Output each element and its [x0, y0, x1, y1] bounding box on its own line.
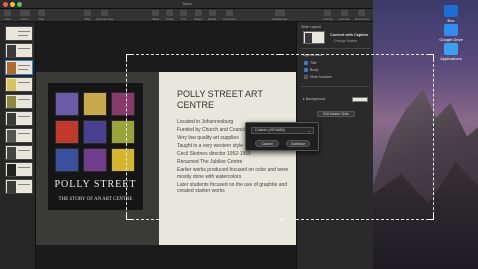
- toolbar-media-button[interactable]: Media: [208, 10, 216, 21]
- slide-thumbnail[interactable]: [5, 179, 33, 194]
- desktop-icon-box[interactable]: Box: [431, 5, 471, 23]
- toolbar-label: Keynote Live: [96, 17, 114, 21]
- animate-icon: [341, 10, 348, 16]
- desktop-icon-google-drive[interactable]: Google Drive: [431, 24, 471, 42]
- desktop-icon-label: Box: [447, 18, 455, 23]
- toolbar-collaborate-button[interactable]: Collaborate: [272, 10, 287, 21]
- resize-handle-bottom[interactable]: [279, 215, 283, 220]
- play-icon: [84, 10, 91, 16]
- resize-handle-bottom-left[interactable]: [126, 215, 131, 220]
- art-tile: [55, 92, 79, 116]
- toolbar-label: Zoom: [21, 17, 29, 21]
- toolbar-format-button[interactable]: Format: [323, 10, 333, 21]
- slide-thumbnail[interactable]: [5, 94, 33, 109]
- close-window-button[interactable]: [3, 2, 8, 7]
- art-tile: [55, 148, 79, 172]
- toolbar-label: Animate: [339, 17, 351, 21]
- color-select-value: Custom (#97a685): [255, 128, 285, 132]
- play-icon: [38, 10, 45, 16]
- toolbar-label: Chart: [166, 17, 174, 21]
- toolbar-animate-button[interactable]: Animate: [339, 10, 350, 21]
- slide-thumbnail[interactable]: [5, 111, 33, 126]
- slide-thumbnail-active[interactable]: [5, 60, 33, 75]
- keynote-live-icon: [101, 10, 109, 16]
- layout-thumbnail[interactable]: [303, 31, 325, 44]
- slide-thumbnail[interactable]: [5, 128, 33, 143]
- toolbar-chart-button[interactable]: Chart: [166, 10, 173, 21]
- chart-icon: [166, 10, 174, 16]
- color-select-dropdown[interactable]: Custom (#97a685) ⌄: [251, 127, 314, 134]
- slide-thumbnail[interactable]: [5, 145, 33, 160]
- toolbar-keynote-live-button[interactable]: Keynote Live: [96, 10, 113, 21]
- toolbar-label: Play: [84, 17, 91, 21]
- toolbar-label: Table: [152, 17, 160, 21]
- text-icon: [180, 10, 187, 16]
- google-drive-folder-icon: [444, 24, 458, 36]
- slide-thumbnail[interactable]: [5, 26, 33, 41]
- comment-icon: [226, 10, 233, 16]
- art-tile: [83, 148, 107, 172]
- toolbar: View Zoom Play Play Keynote Live Table C…: [0, 9, 373, 22]
- toolbar-label: Collaborate: [272, 17, 288, 21]
- collaborate-icon: [274, 10, 285, 16]
- toolbar-document-button[interactable]: Document: [355, 10, 369, 21]
- continue-button[interactable]: Continue: [286, 140, 310, 147]
- toolbar-label: Play: [38, 17, 45, 21]
- format-icon: [324, 10, 332, 16]
- resize-handle-top-right[interactable]: [429, 54, 434, 59]
- toolbar-label: Format: [323, 17, 333, 21]
- divider: [301, 48, 370, 49]
- art-tile: [83, 120, 107, 144]
- slide-navigator: [0, 22, 36, 269]
- toolbar-keynote-live-button[interactable]: Play: [84, 10, 91, 21]
- custom-color-dialog: Custom (#97a685) ⌄ Cancel Continue: [245, 122, 319, 151]
- shape-icon: [194, 10, 202, 16]
- toolbar-label: View: [4, 17, 11, 21]
- toolbar-label: Shape: [194, 17, 203, 21]
- resize-handle-bottom-right[interactable]: [429, 215, 434, 220]
- document-icon: [358, 10, 366, 16]
- toolbar-label: Text: [180, 17, 187, 21]
- table-icon: [152, 10, 160, 16]
- toolbar-text-button[interactable]: Text: [180, 10, 187, 21]
- toolbar-table-button[interactable]: Table: [152, 10, 159, 21]
- toolbar-zoom-button[interactable]: Zoom: [20, 10, 30, 21]
- toolbar-label: Document: [355, 17, 369, 21]
- minimize-window-button[interactable]: [10, 2, 15, 7]
- fullscreen-window-button[interactable]: [17, 2, 22, 7]
- chevron-down-icon: ⌄: [307, 128, 311, 133]
- slide-thumbnail[interactable]: [5, 162, 33, 177]
- layout-name: Content with Caption: [330, 33, 369, 37]
- slide-layout-label: Slide Layout: [301, 25, 321, 29]
- desktop-icon-label: Applications: [440, 56, 462, 61]
- toolbar-label: Media: [208, 17, 217, 21]
- change-master-button[interactable]: Change Master: [333, 39, 358, 43]
- title-bar: Sean: [0, 0, 373, 9]
- art-tile: [83, 92, 107, 116]
- toolbar-comment-button[interactable]: Comment: [223, 10, 236, 21]
- cancel-button[interactable]: Cancel: [255, 140, 279, 147]
- window-title: Sean: [182, 1, 192, 6]
- view-icon: [4, 10, 11, 16]
- desktop-icon-label: Google Drive: [439, 37, 463, 42]
- slide-thumbnail[interactable]: [5, 77, 33, 92]
- toolbar-view-button[interactable]: View: [4, 10, 11, 21]
- media-icon: [208, 10, 216, 16]
- toolbar-shape-button[interactable]: Shape: [194, 10, 203, 21]
- toolbar-play-button[interactable]: Play: [38, 10, 45, 21]
- resize-handle-top[interactable]: [279, 54, 283, 59]
- toolbar-label: Comment: [223, 17, 237, 21]
- slide-thumbnail[interactable]: [5, 43, 33, 58]
- applications-folder-icon: [444, 43, 458, 55]
- desktop-icon-applications[interactable]: Applications: [431, 43, 471, 61]
- box-folder-icon: [444, 5, 458, 17]
- art-tile: [55, 120, 79, 144]
- zoom-icon: [20, 10, 30, 16]
- resize-handle-top-left[interactable]: [126, 54, 131, 59]
